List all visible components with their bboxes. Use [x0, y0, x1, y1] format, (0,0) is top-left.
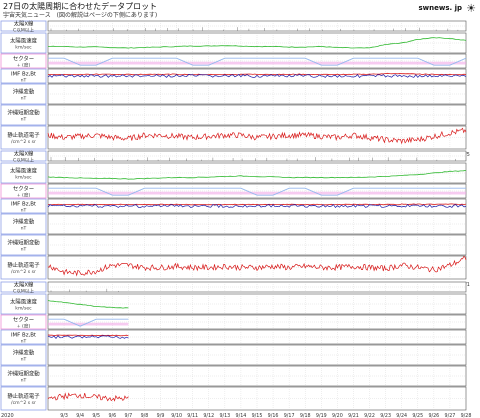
row-label-title: 沖縄短期変動	[7, 239, 40, 247]
x-tick-label: 9/21	[348, 413, 359, 418]
row-label-title: 沖縄短期変動	[7, 370, 40, 378]
x-tick-label: 9/12	[203, 413, 214, 418]
row-label-unit: nT	[21, 208, 27, 214]
row-label-unit: nT	[21, 357, 27, 363]
sector-band	[48, 61, 466, 65]
x-tick-label: 9/22	[364, 413, 375, 418]
row-label-unit: /cm^2 s sr	[11, 269, 36, 275]
row-label-5: 沖縄変動nT	[0, 344, 47, 366]
x-tick-label: 9/19	[316, 413, 327, 418]
row-label-title: IMF Bz,Bt	[11, 72, 36, 78]
row-label-unit: km/sec	[15, 306, 32, 312]
x-tick-label: 9/5	[92, 413, 100, 418]
row-label-title: IMF Bz,Bt	[11, 333, 36, 339]
year-label: 2020	[1, 413, 14, 418]
x-tick-label: 9/23	[380, 413, 391, 418]
x-tick-label: 9/9	[157, 413, 165, 418]
row-label-title: 沖縄変動	[13, 349, 35, 357]
row-label-1: 太陽X線C以M以上	[0, 281, 47, 295]
row-label-6: 沖縄短期変動nT	[0, 234, 47, 256]
row-label-unit: C以M以上	[13, 157, 34, 164]
row-label-title: 太陽X線	[14, 281, 34, 289]
row-label-unit: /cm^2 s sr	[11, 400, 36, 406]
row-label-6: 沖縄短期変動nT	[0, 365, 47, 387]
row-label-unit: nT	[21, 339, 27, 345]
row-label-unit: C以M以上	[13, 27, 34, 34]
row-label-unit: nT	[21, 117, 27, 123]
row-label-unit: + (度)	[17, 323, 31, 330]
row-label-unit: nT	[21, 378, 27, 384]
row-label-unit: + (度)	[17, 62, 31, 69]
x-tick-label: 9/27	[445, 413, 456, 418]
x-tick-label: 9/16	[268, 413, 279, 418]
row-label-2: 太陽風速度km/sec	[0, 293, 47, 315]
x-tick-label: 9/15	[252, 413, 263, 418]
x-tick-label: 9/20	[332, 413, 343, 418]
x-tick-label: 9/14	[236, 413, 247, 418]
row-label-5: 沖縄変動nT	[0, 213, 47, 235]
row-label-title: 静止軌道電子	[7, 392, 40, 400]
row-label-title: 静止軌道電子	[7, 261, 40, 269]
row-label-title: 沖縄短期変動	[7, 109, 40, 117]
plot-panel-1: 太陽X線C以M以上太陽風速度km/secセクター+ (度)IMF Bz,BtnT…	[0, 20, 470, 158]
row-label-2: 太陽風速度km/sec	[0, 32, 47, 54]
row-label-2: 太陽風速度km/sec	[0, 162, 47, 184]
row-label-title: IMF Bz,Bt	[11, 202, 36, 208]
row-label-unit: C以M以上	[13, 288, 34, 295]
row-label-title: 太陽X線	[14, 150, 34, 158]
x-tick-label: 9/28	[461, 413, 472, 418]
plot-panel-2: 太陽X線C以M以上太陽風速度km/secセクター+ (度)IMF Bz,BtnT…	[0, 150, 470, 288]
row-label-unit: km/sec	[15, 175, 32, 181]
row-label-title: セクター	[13, 55, 34, 63]
x-tick-label: 9/6	[108, 413, 116, 418]
row-label-7: 静止軌道電子/cm^2 s sr	[0, 125, 47, 150]
row-label-3: セクター+ (度)	[0, 53, 47, 69]
x-tick-label: 9/25	[412, 413, 423, 418]
x-tick-label: 9/8	[141, 413, 149, 418]
x-tick-label: 9/17	[284, 413, 295, 418]
row-label-7: 静止軌道電子/cm^2 s sr	[0, 386, 47, 411]
row-label-5: 沖縄変動nT	[0, 83, 47, 105]
row-label-title: 沖縄変動	[13, 218, 35, 226]
row-label-title: 太陽X線	[14, 20, 34, 28]
row-label-1: 太陽X線C以M以上	[0, 150, 47, 164]
row-label-4: IMF Bz,BtnT	[0, 329, 47, 345]
row-label-4: IMF Bz,BtnT	[0, 198, 47, 214]
row-label-4: IMF Bz,BtnT	[0, 68, 47, 84]
x-tick-label: 9/7	[125, 413, 133, 418]
row-label-3: セクター+ (度)	[0, 183, 47, 199]
solar-cycle-plots: 太陽X線C以M以上太陽風速度km/secセクター+ (度)IMF Bz,BtnT…	[0, 20, 472, 418]
x-tick-label: 9/10	[171, 413, 182, 418]
x-tick-label: 9/18	[300, 413, 311, 418]
row-label-unit: nT	[21, 78, 27, 84]
row-label-6: 沖縄短期変動nT	[0, 104, 47, 126]
row-label-title: 静止軌道電子	[7, 131, 40, 139]
row-label-title: セクター	[13, 185, 34, 193]
row-label-3: セクター+ (度)	[0, 314, 47, 330]
x-tick-label: 9/4	[76, 413, 84, 418]
row-label-unit: + (度)	[17, 192, 31, 199]
row-label-unit: nT	[21, 226, 27, 232]
plot-panel-3: 太陽X線C以M以上太陽風速度km/secセクター+ (度)IMF Bz,BtnT…	[0, 281, 472, 418]
row-label-7: 静止軌道電子/cm^2 s sr	[0, 255, 47, 280]
x-tick-label: 9/11	[187, 413, 198, 418]
x-tick-label: 9/3	[60, 413, 68, 418]
x-tick-label: 9/24	[396, 413, 407, 418]
row-label-title: 太陽風速度	[10, 298, 38, 306]
row-label-title: セクター	[13, 316, 34, 324]
row-label-title: 沖縄変動	[13, 88, 35, 96]
x-tick-label: 9/13	[219, 413, 230, 418]
row-label-title: 太陽風速度	[10, 37, 38, 45]
row-label-unit: km/sec	[15, 45, 32, 51]
row-label-title: 太陽風速度	[10, 167, 38, 175]
row-label-unit: nT	[21, 247, 27, 253]
row-label-unit: nT	[21, 96, 27, 102]
row-label-unit: /cm^2 s sr	[11, 139, 36, 145]
x-tick-label: 9/26	[428, 413, 439, 418]
row-label-1: 太陽X線C以M以上	[0, 20, 47, 34]
